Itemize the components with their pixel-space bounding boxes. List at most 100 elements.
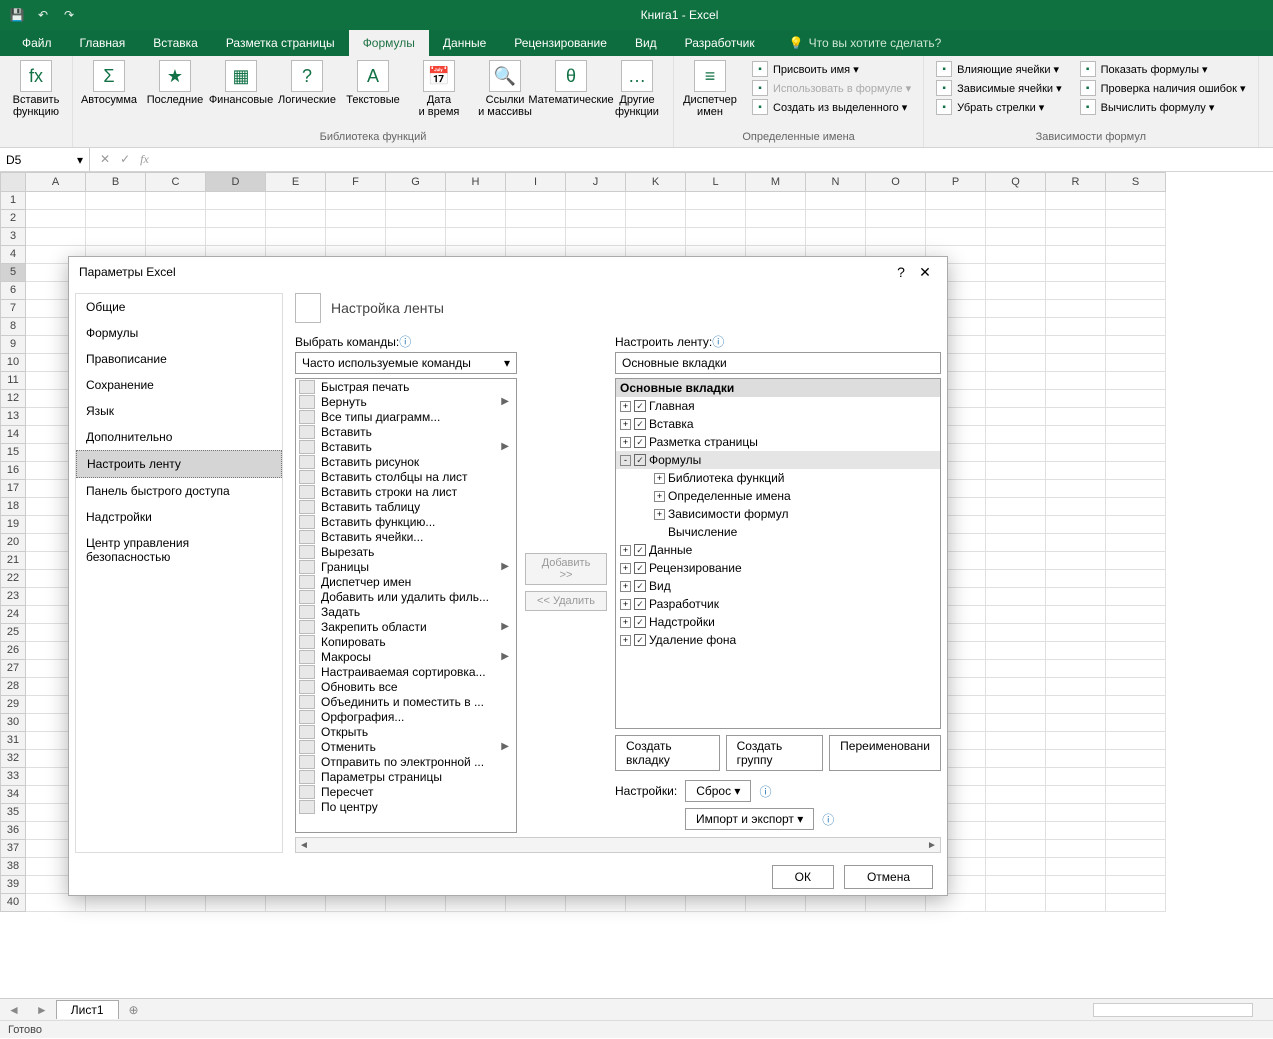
remove-button[interactable]: << Удалить	[525, 591, 607, 611]
cell[interactable]	[986, 444, 1046, 462]
row-header[interactable]: 12	[0, 390, 26, 408]
cell[interactable]	[1046, 498, 1106, 516]
row-header[interactable]: 28	[0, 678, 26, 696]
cell[interactable]	[1106, 246, 1166, 264]
tree-node[interactable]: +Зависимости формул	[616, 505, 940, 523]
cell[interactable]	[326, 210, 386, 228]
row-header[interactable]: 15	[0, 444, 26, 462]
expand-icon[interactable]: +	[620, 419, 631, 430]
ribbon-button[interactable]: ▦Финансовые	[211, 58, 271, 106]
sheet-nav-prev-icon[interactable]: ◄	[0, 1003, 28, 1017]
ribbon-tabs-combo[interactable]: Основные вкладки	[615, 352, 941, 374]
cell[interactable]	[1046, 786, 1106, 804]
command-item[interactable]: Быстрая печать	[296, 379, 516, 394]
row-header[interactable]: 5	[0, 264, 26, 282]
cell[interactable]	[1106, 282, 1166, 300]
tab-вставка[interactable]: Вставка	[139, 30, 212, 56]
ribbon-tree[interactable]: Основные вкладки +✓Главная+✓Вставка+✓Раз…	[615, 378, 941, 729]
row-header[interactable]: 29	[0, 696, 26, 714]
cell[interactable]	[1046, 300, 1106, 318]
cell[interactable]	[1106, 858, 1166, 876]
row-header[interactable]: 38	[0, 858, 26, 876]
cell[interactable]	[566, 210, 626, 228]
select-all[interactable]	[0, 172, 26, 192]
cell[interactable]	[806, 210, 866, 228]
checkbox[interactable]: ✓	[634, 616, 646, 628]
category-item[interactable]: Сохранение	[76, 372, 282, 398]
col-header[interactable]: G	[386, 172, 446, 192]
cell[interactable]	[386, 192, 446, 210]
category-item[interactable]: Панель быстрого доступа	[76, 478, 282, 504]
command-item[interactable]: Вставить строки на лист	[296, 484, 516, 499]
col-header[interactable]: C	[146, 172, 206, 192]
cell[interactable]	[1106, 426, 1166, 444]
cell[interactable]	[1106, 192, 1166, 210]
col-header[interactable]: N	[806, 172, 866, 192]
row-header[interactable]: 23	[0, 588, 26, 606]
cell[interactable]	[1106, 390, 1166, 408]
enter-icon[interactable]: ✓	[120, 152, 130, 167]
name-box[interactable]: D5 ▾	[0, 148, 90, 171]
ribbon-button[interactable]: 📅Датаи время	[409, 58, 469, 118]
cell[interactable]	[266, 210, 326, 228]
col-header[interactable]: A	[26, 172, 86, 192]
expand-icon[interactable]: +	[654, 473, 665, 484]
row-header[interactable]: 26	[0, 642, 26, 660]
command-item[interactable]: Макросы▶	[296, 649, 516, 664]
cell[interactable]	[1106, 876, 1166, 894]
cell[interactable]	[146, 894, 206, 912]
cell[interactable]	[1046, 264, 1106, 282]
cell[interactable]	[386, 228, 446, 246]
cell[interactable]	[986, 786, 1046, 804]
undo-icon[interactable]: ↶	[34, 6, 52, 24]
row-header[interactable]: 19	[0, 516, 26, 534]
row-header[interactable]: 18	[0, 498, 26, 516]
col-header[interactable]: H	[446, 172, 506, 192]
cell[interactable]	[986, 390, 1046, 408]
cell[interactable]	[926, 192, 986, 210]
cell[interactable]	[146, 210, 206, 228]
expand-icon[interactable]: -	[620, 455, 631, 466]
cell[interactable]	[1106, 498, 1166, 516]
cell[interactable]	[986, 426, 1046, 444]
ribbon-small-button[interactable]: ▪Присвоить имя ▾	[750, 60, 913, 78]
cell[interactable]	[146, 192, 206, 210]
cell[interactable]	[566, 228, 626, 246]
cell[interactable]	[1046, 876, 1106, 894]
cell[interactable]	[1106, 642, 1166, 660]
checkbox[interactable]: ✓	[634, 418, 646, 430]
command-item[interactable]: Диспетчер имен	[296, 574, 516, 589]
commands-list[interactable]: Быстрая печатьВернуть▶Все типы диаграмм.…	[295, 378, 517, 833]
cell[interactable]	[1046, 696, 1106, 714]
cell[interactable]	[686, 228, 746, 246]
row-header[interactable]: 40	[0, 894, 26, 912]
ribbon-button[interactable]: …Другиефункции	[607, 58, 667, 118]
tree-node[interactable]: +✓Вид	[616, 577, 940, 595]
col-header[interactable]: O	[866, 172, 926, 192]
cell[interactable]	[986, 228, 1046, 246]
cell[interactable]	[1106, 462, 1166, 480]
row-header[interactable]: 1	[0, 192, 26, 210]
cell[interactable]	[1106, 606, 1166, 624]
tree-node[interactable]: +✓Надстройки	[616, 613, 940, 631]
expand-icon[interactable]: +	[620, 635, 631, 646]
cell[interactable]	[1106, 228, 1166, 246]
row-header[interactable]: 31	[0, 732, 26, 750]
command-item[interactable]: Вставить	[296, 424, 516, 439]
cell[interactable]	[986, 804, 1046, 822]
cell[interactable]	[206, 228, 266, 246]
row-header[interactable]: 36	[0, 822, 26, 840]
cell[interactable]	[986, 876, 1046, 894]
cell[interactable]	[1046, 426, 1106, 444]
cell[interactable]	[986, 552, 1046, 570]
row-header[interactable]: 14	[0, 426, 26, 444]
cell[interactable]	[986, 732, 1046, 750]
col-header[interactable]: Q	[986, 172, 1046, 192]
cell[interactable]	[1046, 894, 1106, 912]
col-header[interactable]: E	[266, 172, 326, 192]
expand-icon[interactable]: +	[654, 491, 665, 502]
cell[interactable]	[1046, 192, 1106, 210]
cell[interactable]	[806, 894, 866, 912]
cell[interactable]	[986, 192, 1046, 210]
cell[interactable]	[1106, 264, 1166, 282]
